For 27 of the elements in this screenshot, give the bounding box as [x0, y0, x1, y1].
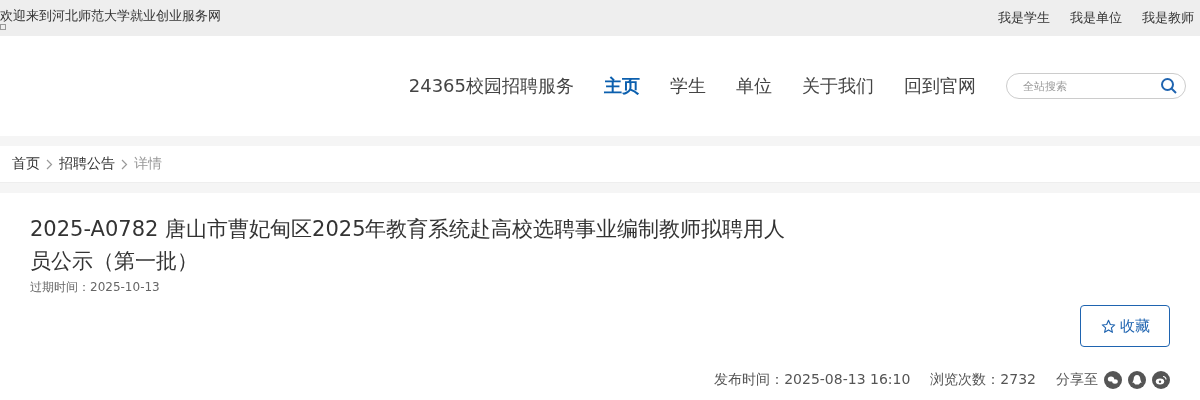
qq-icon[interactable] — [1128, 371, 1146, 389]
weibo-icon[interactable] — [1152, 371, 1170, 389]
welcome-text: 欢迎来到河北师范大学就业创业服务网 — [0, 7, 221, 23]
chevron-icon — [121, 158, 128, 170]
view-count: 浏览次数：2732 — [930, 371, 1036, 389]
nav-item[interactable]: 主页 — [604, 74, 640, 98]
top-link[interactable]: 我是学生 — [998, 9, 1050, 27]
nav-item[interactable]: 回到官网 — [904, 74, 976, 98]
nav-item[interactable]: 学生 — [670, 74, 706, 98]
broken-image-icon — [0, 23, 6, 30]
breadcrumb-link[interactable]: 招聘公告 — [59, 155, 115, 173]
expiry-date: 过期时间：2025-10-13 — [30, 279, 161, 296]
search-field[interactable]: 全站搜索 — [1006, 73, 1186, 99]
star-icon — [1100, 318, 1116, 334]
publish-time: 发布时间：2025-08-13 16:10 — [714, 371, 911, 389]
chevron-icon — [46, 158, 53, 170]
top-link[interactable]: 我是单位 — [1070, 9, 1122, 27]
nav-item[interactable]: 单位 — [736, 74, 772, 98]
nav-item[interactable]: 24365校园招聘服务 — [408, 74, 574, 98]
wechat-icon[interactable] — [1104, 371, 1122, 389]
nav-item[interactable]: 关于我们 — [802, 74, 874, 98]
article-title: 2025-A0782 唐山市曹妃甸区2025年教育系统赴高校选聘事业编制教师拟聘用人员公示（第一批） — [30, 216, 787, 275]
search-icon[interactable] — [1160, 77, 1178, 95]
favorite-button[interactable]: 收藏 — [1080, 305, 1170, 347]
top-link[interactable]: 我是教师 — [1142, 9, 1194, 27]
share-label: 分享至 — [1056, 371, 1098, 389]
breadcrumb-link[interactable]: 首页 — [12, 155, 40, 173]
